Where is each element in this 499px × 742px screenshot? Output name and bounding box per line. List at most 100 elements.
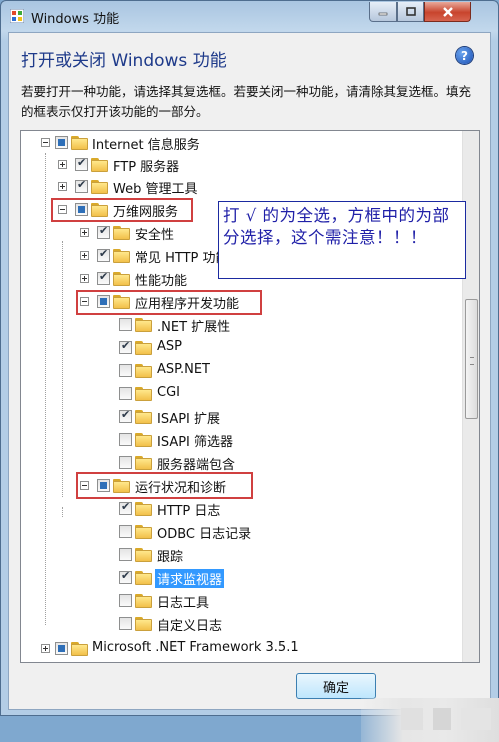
checked-checkbox[interactable] bbox=[119, 339, 132, 354]
tree-item-label: 日志工具 bbox=[157, 596, 210, 611]
obscured-area bbox=[361, 698, 499, 742]
tree-item-logging-tools[interactable]: 日志工具 bbox=[21, 590, 461, 612]
unchecked-checkbox[interactable] bbox=[119, 617, 132, 630]
tree-item-label: ISAPI 筛选器 bbox=[157, 435, 234, 450]
checked-checkbox[interactable] bbox=[119, 408, 132, 423]
checked-checkbox[interactable] bbox=[97, 270, 110, 285]
title-bar[interactable]: Windows 功能 bbox=[1, 1, 498, 31]
tree-item-label: 服务器端包含 bbox=[157, 458, 236, 473]
annotation-text: 打 √ 的为全选，方框中的为部分选择，这个需注意！！！ bbox=[223, 206, 450, 247]
tree-item-label-selected: 请求监视器 bbox=[155, 569, 225, 588]
minimize-button[interactable] bbox=[369, 2, 397, 22]
dialog-description: 若要打开一种功能，请选择其复选框。若要关闭一种功能，请清除其复选框。填充的框表示… bbox=[21, 84, 472, 119]
tree-item-label: ASP bbox=[157, 339, 182, 354]
tree-item-label: Web 管理工具 bbox=[113, 182, 198, 197]
folder-icon bbox=[135, 409, 152, 424]
folder-icon bbox=[135, 501, 152, 516]
tree-item-label: 安全性 bbox=[135, 228, 175, 243]
scrollbar-thumb[interactable] bbox=[465, 299, 478, 419]
tree-item-label: 跟踪 bbox=[157, 550, 184, 565]
collapse-icon[interactable] bbox=[41, 138, 50, 147]
tree-item-label: HTTP 日志 bbox=[157, 504, 221, 519]
folder-icon bbox=[71, 135, 88, 150]
partial-checkbox[interactable] bbox=[55, 642, 68, 655]
folder-icon bbox=[71, 641, 88, 656]
grip-icon bbox=[470, 357, 474, 365]
highlight-box-app-dev bbox=[76, 290, 262, 315]
expand-icon[interactable] bbox=[80, 228, 89, 237]
tree-item-label: 性能功能 bbox=[135, 274, 188, 289]
tree-item-http-logging[interactable]: HTTP 日志 bbox=[21, 498, 461, 520]
tree-item-cgi[interactable]: CGI bbox=[21, 383, 461, 405]
tree-item-dotnet-framework[interactable]: Microsoft .NET Framework 3.5.1 bbox=[21, 638, 461, 660]
tree-item-label: FTP 服务器 bbox=[113, 160, 180, 175]
help-icon[interactable]: ? bbox=[456, 47, 473, 64]
tree-item-web-management-tools[interactable]: Web 管理工具 bbox=[21, 176, 461, 198]
maximize-icon bbox=[405, 6, 416, 16]
folder-icon bbox=[135, 340, 152, 355]
unchecked-checkbox[interactable] bbox=[119, 364, 132, 377]
tree-item-ftp-server[interactable]: FTP 服务器 bbox=[21, 154, 461, 176]
unchecked-checkbox[interactable] bbox=[119, 525, 132, 538]
close-icon bbox=[442, 6, 453, 17]
folder-icon bbox=[135, 317, 152, 332]
folder-icon bbox=[135, 616, 152, 631]
tree-item-label: ASP.NET bbox=[157, 362, 210, 377]
tree-item-net-extensibility[interactable]: .NET 扩展性 bbox=[21, 314, 461, 336]
unchecked-checkbox[interactable] bbox=[119, 387, 132, 400]
unchecked-checkbox[interactable] bbox=[119, 318, 132, 331]
ok-button[interactable]: 确定 bbox=[296, 673, 376, 699]
tree-item-label: 自定义日志 bbox=[157, 619, 223, 634]
tree-item-odbc-logging[interactable]: ODBC 日志记录 bbox=[21, 521, 461, 543]
tree-item-request-monitor[interactable]: 请求监视器 bbox=[21, 567, 461, 589]
tree-item-custom-logging[interactable]: 自定义日志 bbox=[21, 613, 461, 635]
expand-icon[interactable] bbox=[58, 160, 67, 169]
tree-item-aspnet[interactable]: ASP.NET bbox=[21, 360, 461, 382]
expand-icon[interactable] bbox=[80, 251, 89, 260]
blur-patch bbox=[461, 708, 491, 730]
folder-icon bbox=[135, 432, 152, 447]
unchecked-checkbox[interactable] bbox=[119, 433, 132, 446]
folder-icon bbox=[91, 157, 108, 172]
unchecked-checkbox[interactable] bbox=[119, 594, 132, 607]
tree-item-isapi-extensions[interactable]: ISAPI 扩展 bbox=[21, 406, 461, 428]
checked-checkbox[interactable] bbox=[75, 156, 88, 171]
blur-patch bbox=[401, 708, 423, 730]
checked-checkbox[interactable] bbox=[75, 178, 88, 193]
folder-icon bbox=[135, 386, 152, 401]
tree-item-asp[interactable]: ASP bbox=[21, 337, 461, 359]
blur-patch bbox=[433, 708, 451, 730]
close-button[interactable] bbox=[424, 2, 471, 22]
dialog-body: 打开或关闭 Windows 功能 ? 若要打开一种功能，请选择其复选框。若要关闭… bbox=[8, 32, 499, 742]
maximize-button[interactable] bbox=[397, 2, 424, 22]
tree-item-label: Internet 信息服务 bbox=[92, 138, 200, 153]
highlight-box-www-services bbox=[51, 198, 193, 222]
windows-features-dialog: Windows 功能 打开或关闭 Windows 功能 ? 若要打开一种功能，请… bbox=[0, 0, 499, 742]
checked-checkbox[interactable] bbox=[97, 224, 110, 239]
unchecked-checkbox[interactable] bbox=[119, 456, 132, 469]
checked-checkbox[interactable] bbox=[119, 569, 132, 584]
folder-icon bbox=[135, 570, 152, 585]
folder-icon bbox=[113, 248, 130, 263]
annotation-callout: 打 √ 的为全选，方框中的为部分选择，这个需注意！！！ bbox=[218, 201, 466, 279]
expand-icon[interactable] bbox=[80, 274, 89, 283]
partial-checkbox[interactable] bbox=[55, 136, 68, 149]
tree-item-label: Microsoft .NET Framework 3.5.1 bbox=[92, 640, 299, 655]
checked-checkbox[interactable] bbox=[97, 247, 110, 262]
expand-icon[interactable] bbox=[58, 182, 67, 191]
dialog-heading: 打开或关闭 Windows 功能 bbox=[21, 51, 227, 71]
folder-icon bbox=[135, 455, 152, 470]
tree-item-isapi-filters[interactable]: ISAPI 筛选器 bbox=[21, 429, 461, 451]
checked-checkbox[interactable] bbox=[119, 500, 132, 515]
tree-item-label: CGI bbox=[157, 385, 180, 400]
tree-item-internet-info-services[interactable]: Internet 信息服务 bbox=[21, 132, 461, 154]
tree-item-label: ODBC 日志记录 bbox=[157, 527, 252, 542]
tree-item-label: 常见 HTTP 功能 bbox=[135, 251, 229, 266]
tree-item-server-side-includes[interactable]: 服务器端包含 bbox=[21, 452, 461, 474]
expand-icon[interactable] bbox=[41, 644, 50, 653]
unchecked-checkbox[interactable] bbox=[119, 548, 132, 561]
folder-icon bbox=[135, 593, 152, 608]
folder-icon bbox=[135, 524, 152, 539]
tree-item-tracing[interactable]: 跟踪 bbox=[21, 544, 461, 566]
folder-icon bbox=[113, 271, 130, 286]
